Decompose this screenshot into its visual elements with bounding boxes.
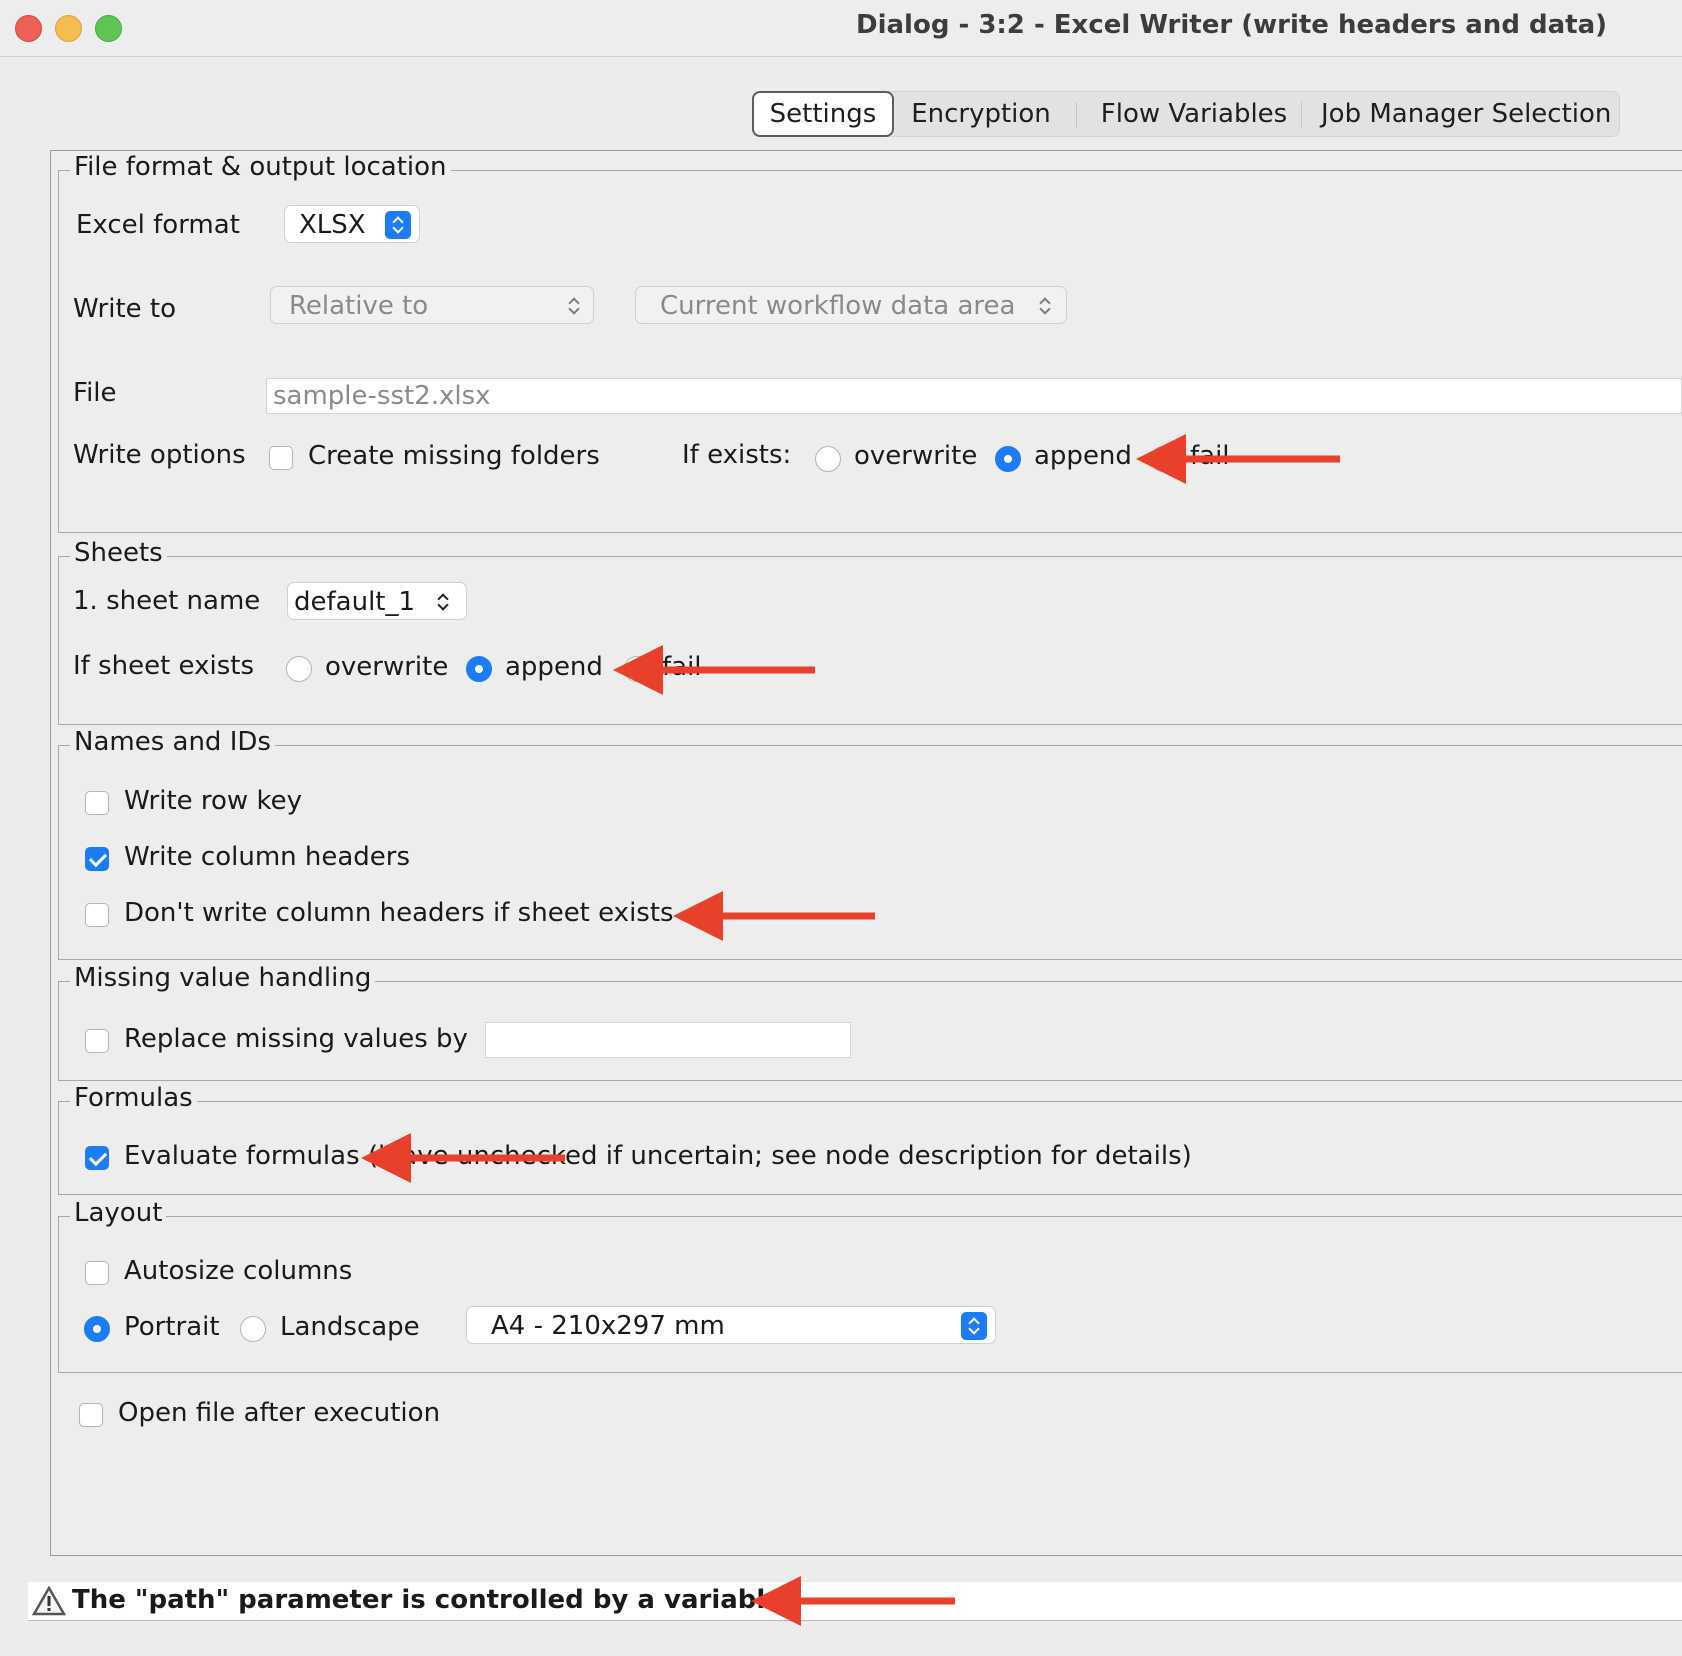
- arrow-evaluate-formulas-annotation: [361, 1133, 565, 1183]
- arrow-if-sheet-exists-annotation: [613, 645, 815, 695]
- annotation-arrows: [361, 434, 1340, 1626]
- arrow-warning-annotation: [751, 1576, 955, 1626]
- arrow-if-exists-annotation: [1136, 434, 1340, 484]
- arrow-dont-write-headers-annotation: [673, 891, 875, 941]
